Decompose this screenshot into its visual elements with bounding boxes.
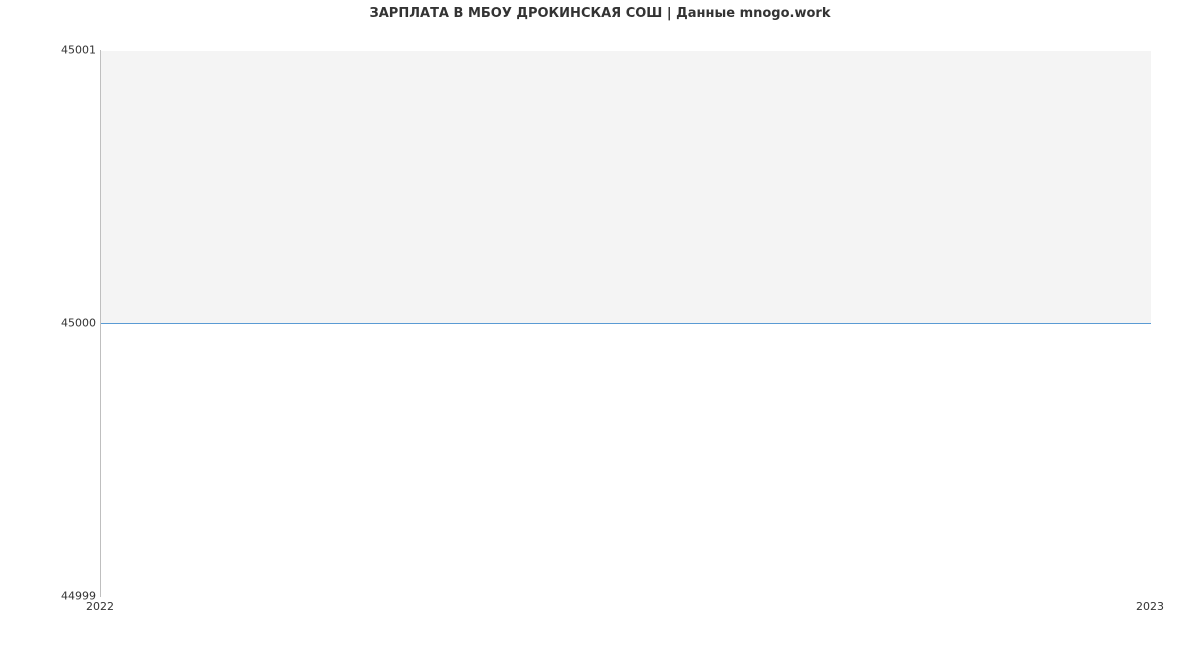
series-line (101, 323, 1151, 324)
y-tick-label: 45000 (0, 317, 96, 330)
plot-lower-fill (101, 323, 1151, 596)
x-tick-label: 2023 (1136, 600, 1164, 613)
gridline (101, 596, 1151, 597)
x-tick-label: 2022 (86, 600, 114, 613)
y-tick-label: 44999 (0, 590, 96, 603)
y-tick-label: 45001 (0, 44, 96, 57)
plot-area (100, 50, 1151, 597)
salary-chart: ЗАРПЛАТА В МБОУ ДРОКИНСКАЯ СОШ | Данные … (0, 0, 1200, 650)
gridline (101, 50, 1151, 51)
chart-title: ЗАРПЛАТА В МБОУ ДРОКИНСКАЯ СОШ | Данные … (0, 6, 1200, 21)
